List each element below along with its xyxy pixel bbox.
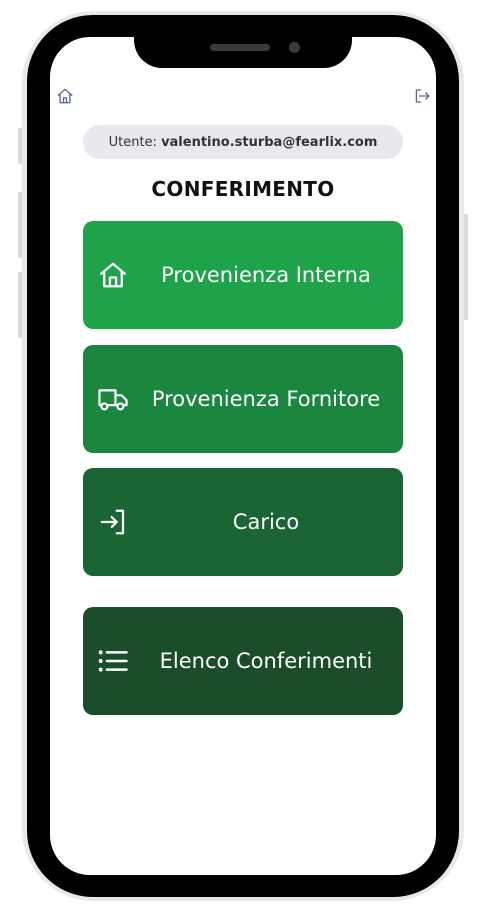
carico-button[interactable]: Carico [83,468,403,576]
page-title: CONFERIMENTO [151,177,335,201]
elenco-conferimenti-label: Elenco Conferimenti [159,649,373,673]
elenco-conferimenti-button[interactable]: Elenco Conferimenti [83,607,403,715]
home-icon [97,259,129,291]
carico-label: Carico [232,510,300,534]
logout-icon[interactable] [413,87,431,105]
provenienza-fornitore-button[interactable]: Provenienza Fornitore [83,345,403,453]
provenienza-interna-label: Provenienza Interna [161,263,371,287]
user-badge: Utente: valentino.sturba@fearlix.com [83,125,403,159]
phone-notch [134,15,352,68]
provenienza-interna-button[interactable]: Provenienza Interna [83,221,403,329]
provenienza-fornitore-label: Provenienza Fornitore [151,387,381,411]
user-label: Utente: [108,134,157,150]
speaker-grille [210,44,270,51]
home-icon[interactable] [56,87,74,105]
list-icon [97,645,129,677]
app-screen: Utente: valentino.sturba@fearlix.com CON… [50,37,436,875]
login-arrow-icon [97,506,129,538]
front-camera [289,42,300,53]
truck-icon [97,383,129,415]
user-email: valentino.sturba@fearlix.com [161,134,378,150]
